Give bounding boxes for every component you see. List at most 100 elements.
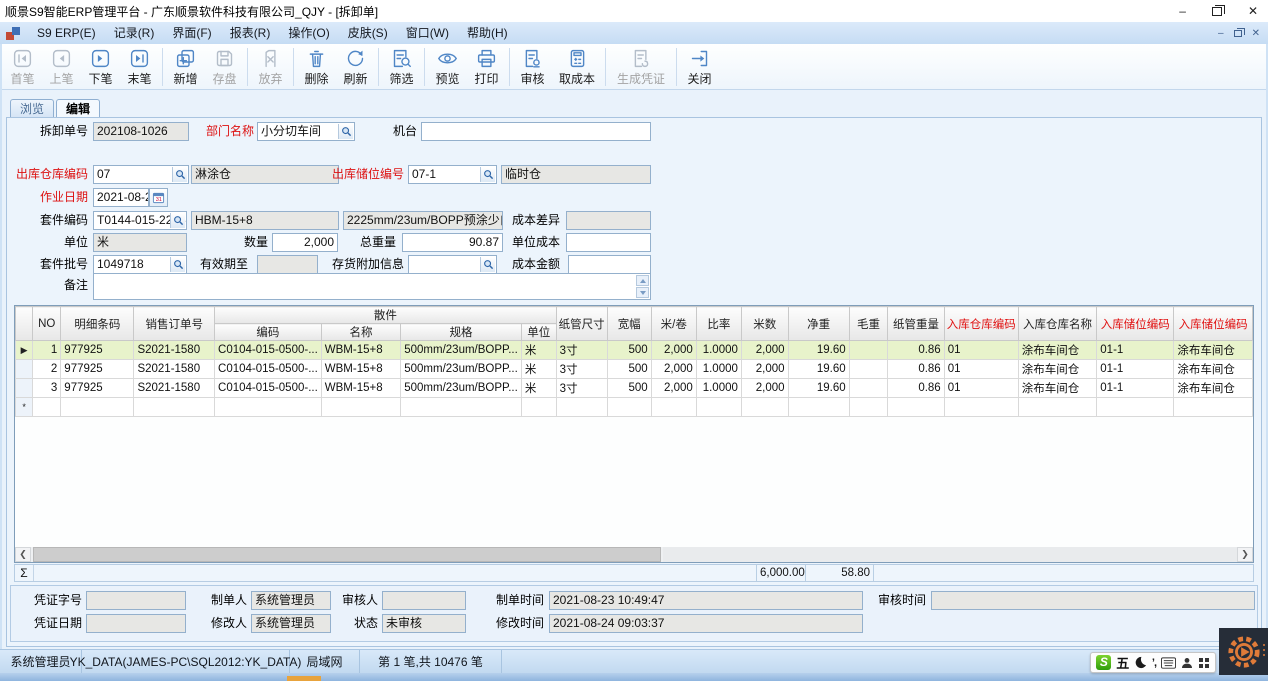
- scrollbar-thumb[interactable]: [33, 547, 661, 562]
- prev-record-button[interactable]: 上笔: [42, 47, 81, 87]
- calendar-button[interactable]: 31: [149, 188, 168, 207]
- table-cell[interactable]: [849, 341, 888, 360]
- col-header-width[interactable]: 宽幅: [607, 307, 651, 341]
- close-icon[interactable]: ✕: [1248, 4, 1258, 18]
- table-cell[interactable]: 3寸: [556, 360, 607, 379]
- table-cell[interactable]: C0104-015-0500-...: [215, 360, 322, 379]
- row-marker[interactable]: ▶: [16, 341, 33, 360]
- table-cell[interactable]: [741, 398, 788, 417]
- table-cell[interactable]: 2,000: [741, 360, 788, 379]
- table-cell[interactable]: 米: [521, 360, 556, 379]
- delete-button[interactable]: 删除: [297, 47, 336, 87]
- keyboard-icon[interactable]: [1161, 657, 1176, 669]
- weight-field[interactable]: 90.87: [402, 233, 503, 252]
- col-header-part-code[interactable]: 编码: [215, 324, 322, 341]
- table-cell[interactable]: 01-1: [1097, 341, 1174, 360]
- out-location-lookup-button[interactable]: [480, 167, 495, 182]
- table-cell[interactable]: 977925: [61, 341, 134, 360]
- table-cell[interactable]: C0104-015-0500-...: [215, 379, 322, 398]
- kit-batch-field[interactable]: 1049718: [93, 255, 187, 274]
- make-voucher-button[interactable]: 生成凭证: [609, 47, 673, 87]
- table-cell[interactable]: 涂布车间仓: [1174, 360, 1253, 379]
- sogou-logo-icon[interactable]: S: [1096, 655, 1111, 670]
- preview-button[interactable]: 预览: [428, 47, 467, 87]
- table-cell[interactable]: [134, 398, 215, 417]
- table-cell[interactable]: 2: [33, 360, 61, 379]
- col-header-net-weight[interactable]: 净重: [788, 307, 849, 341]
- dept-field[interactable]: 小分切车间: [257, 122, 355, 141]
- doc-no-field[interactable]: 202108-1026: [93, 122, 189, 141]
- table-cell[interactable]: [849, 360, 888, 379]
- scroll-right-icon[interactable]: ❯: [1237, 547, 1253, 562]
- machine-field[interactable]: [421, 122, 651, 141]
- table-cell[interactable]: WBM-15+8: [321, 341, 400, 360]
- col-header-in-warehouse-name[interactable]: 入库仓库名称: [1018, 307, 1097, 341]
- col-header-tube-weight[interactable]: 纸管重量: [888, 307, 944, 341]
- qty-field[interactable]: 2,000: [272, 233, 338, 252]
- next-record-button[interactable]: 下笔: [81, 47, 120, 87]
- col-header-part-spec[interactable]: 规格: [401, 324, 522, 341]
- moon-icon[interactable]: [1134, 656, 1147, 669]
- table-cell[interactable]: 1.0000: [696, 341, 741, 360]
- col-header-sales-order[interactable]: 销售订单号: [134, 307, 215, 341]
- work-date-field[interactable]: 2021-08-23: [93, 188, 149, 207]
- punctuation-icon[interactable]: ’,: [1152, 657, 1156, 669]
- table-cell[interactable]: [556, 398, 607, 417]
- table-cell[interactable]: 3寸: [556, 341, 607, 360]
- spin-up-icon[interactable]: [636, 275, 649, 286]
- table-cell[interactable]: 977925: [61, 379, 134, 398]
- table-cell[interactable]: 2,000: [741, 379, 788, 398]
- out-location-field[interactable]: 07-1: [408, 165, 497, 184]
- table-cell[interactable]: 涂布车间仓: [1018, 360, 1097, 379]
- out-warehouse-lookup-button[interactable]: [172, 167, 187, 182]
- unit-cost-field[interactable]: [566, 233, 651, 252]
- table-cell[interactable]: S2021-1580: [134, 360, 215, 379]
- toolbox-icon[interactable]: [1198, 657, 1210, 669]
- table-cell[interactable]: [33, 398, 61, 417]
- table-cell[interactable]: 977925: [61, 360, 134, 379]
- table-cell[interactable]: [1174, 398, 1253, 417]
- table-cell[interactable]: 2,000: [651, 341, 696, 360]
- menu-skin[interactable]: 皮肤(S): [339, 22, 397, 44]
- col-header-no[interactable]: NO: [33, 307, 61, 341]
- table-cell[interactable]: 米: [521, 379, 556, 398]
- menu-record[interactable]: 记录(R): [105, 22, 164, 44]
- table-cell[interactable]: [1018, 398, 1097, 417]
- table-cell[interactable]: 01-1: [1097, 360, 1174, 379]
- col-header-m-per-roll[interactable]: 米/卷: [651, 307, 696, 341]
- table-cell[interactable]: 19.60: [788, 360, 849, 379]
- table-cell[interactable]: 3: [33, 379, 61, 398]
- table-cell[interactable]: S2021-1580: [134, 379, 215, 398]
- mdi-restore-icon[interactable]: [1234, 30, 1242, 37]
- col-header-barcode[interactable]: 明细条码: [61, 307, 134, 341]
- col-header-part-unit[interactable]: 单位: [521, 324, 556, 341]
- mdi-close-icon[interactable]: ✕: [1252, 28, 1260, 39]
- table-cell[interactable]: 1: [33, 341, 61, 360]
- last-record-button[interactable]: 末笔: [120, 47, 159, 87]
- kit-code-lookup-button[interactable]: [170, 213, 185, 228]
- ime-mode-icon[interactable]: 五: [1116, 653, 1129, 672]
- cost-amount-field[interactable]: [568, 255, 651, 274]
- table-cell[interactable]: [651, 398, 696, 417]
- table-cell[interactable]: 米: [521, 341, 556, 360]
- table-cell[interactable]: 01-1: [1097, 379, 1174, 398]
- table-cell[interactable]: 500mm/23um/BOPP...: [401, 341, 522, 360]
- table-cell[interactable]: [788, 398, 849, 417]
- table-cell[interactable]: [61, 398, 134, 417]
- table-cell[interactable]: [849, 379, 888, 398]
- audit-button[interactable]: 审核: [513, 47, 552, 87]
- table-cell[interactable]: 2,000: [741, 341, 788, 360]
- app-tray-logo[interactable]: [1219, 628, 1268, 675]
- remark-field[interactable]: [93, 273, 651, 300]
- menu-s9erp[interactable]: S9 ERP(E): [28, 22, 105, 44]
- table-cell[interactable]: 涂布车间仓: [1018, 379, 1097, 398]
- remark-spinner[interactable]: [636, 275, 649, 298]
- row-marker[interactable]: *: [16, 398, 33, 417]
- col-header-part-name[interactable]: 名称: [321, 324, 400, 341]
- out-warehouse-field[interactable]: 07: [93, 165, 189, 184]
- table-cell[interactable]: 01: [944, 341, 1018, 360]
- table-cell[interactable]: WBM-15+8: [321, 360, 400, 379]
- table-cell[interactable]: 500: [607, 360, 651, 379]
- table-cell[interactable]: 500mm/23um/BOPP...: [401, 360, 522, 379]
- menu-interface[interactable]: 界面(F): [163, 22, 220, 44]
